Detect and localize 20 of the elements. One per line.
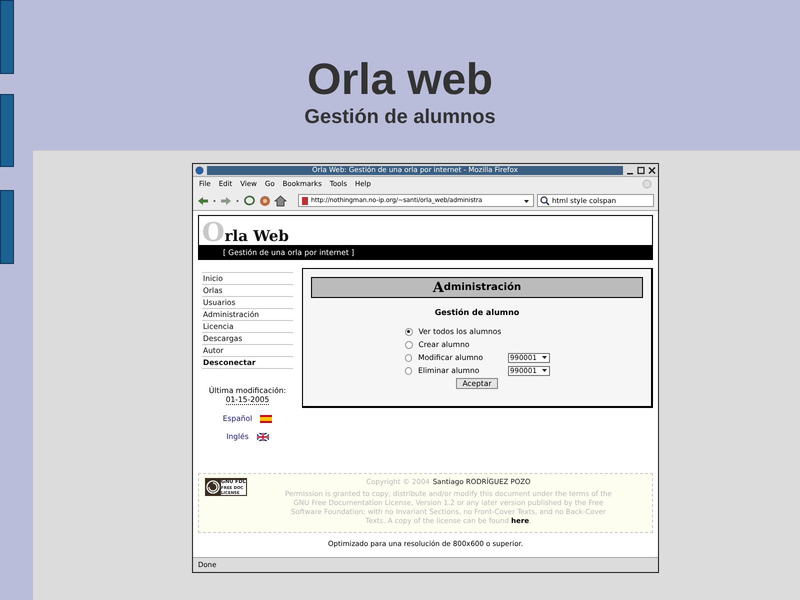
slide-subtitle: Gestión de alumnos (304, 105, 496, 129)
admin-heading: dministración (444, 282, 522, 293)
site-logo-text: rla Web (224, 228, 289, 245)
close-icon[interactable] (648, 166, 656, 174)
search-icon[interactable] (540, 196, 550, 206)
spiral-icon (206, 480, 220, 494)
form-title: Gestión de alumno (434, 308, 520, 317)
stop-icon[interactable] (259, 194, 271, 206)
page-icon (301, 196, 309, 206)
slide-title: Orla web (307, 55, 493, 105)
radio-button[interactable] (404, 366, 412, 374)
flag-icon[interactable] (260, 414, 272, 422)
heading-initial: A (432, 280, 444, 296)
back-arrow-icon[interactable] (197, 196, 209, 206)
radio-button[interactable] (404, 340, 412, 348)
maximize-icon[interactable] (637, 166, 645, 174)
flag-icon[interactable] (256, 432, 269, 440)
home-icon[interactable] (274, 194, 287, 206)
radio-button[interactable] (404, 354, 412, 362)
radio-button[interactable] (404, 328, 412, 336)
